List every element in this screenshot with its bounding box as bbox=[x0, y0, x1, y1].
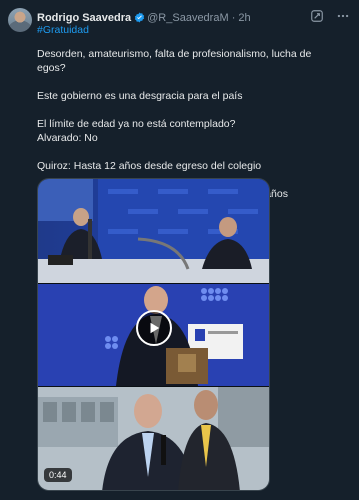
tweet-line: Quiroz: Hasta 12 años desde egreso del c… bbox=[37, 160, 262, 172]
tweet-line: El límite de edad ya no está contemplado… bbox=[37, 118, 236, 130]
video-frame-outdoor bbox=[38, 387, 269, 490]
verified-badge-icon bbox=[134, 12, 145, 26]
hashtag-link[interactable]: #Gratuidad bbox=[37, 24, 89, 36]
timestamp[interactable]: 2h bbox=[238, 12, 250, 24]
video-frame-studio bbox=[38, 179, 269, 283]
avatar[interactable] bbox=[8, 8, 32, 32]
tweet-line: Desorden, amateurismo, falta de profesio… bbox=[37, 48, 312, 74]
tweet-line: Alvarado: No bbox=[37, 132, 98, 144]
video-duration: 0:44 bbox=[44, 468, 72, 482]
grok-icon[interactable] bbox=[309, 8, 325, 24]
author-name[interactable]: Rodrigo Saavedra bbox=[37, 12, 131, 24]
tweet: Rodrigo Saavedra @R_SaavedraM · 2h #Gratu… bbox=[0, 0, 359, 500]
tweet-line: Este gobierno es una desgracia para el p… bbox=[37, 90, 243, 102]
author-handle[interactable]: @R_SaavedraM bbox=[147, 12, 228, 24]
video-player[interactable]: 0:44 bbox=[37, 178, 270, 491]
play-icon[interactable] bbox=[135, 310, 172, 347]
separator: · bbox=[231, 12, 236, 24]
more-icon[interactable] bbox=[335, 8, 351, 24]
tweet-actions-top bbox=[309, 8, 351, 24]
